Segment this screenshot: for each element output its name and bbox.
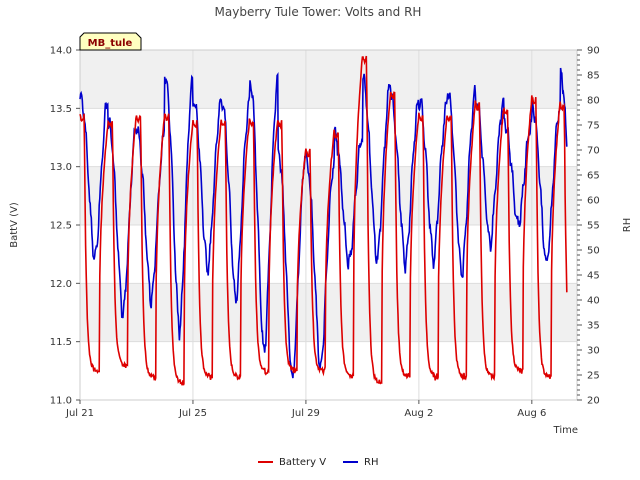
y-axis-left: 11.0 11.5 12.0 12.5 13.0 13.5 14.0 xyxy=(50,46,80,407)
y-right-tick-label: 30 xyxy=(587,346,600,357)
background-band xyxy=(80,283,577,342)
x-tick-label: Aug 2 xyxy=(404,408,433,419)
y-right-tick-label: 90 xyxy=(587,46,600,57)
y-left-tick-label: 13.0 xyxy=(50,162,72,173)
y-right-tick-label: 45 xyxy=(587,271,600,282)
y-right-tick-label: 25 xyxy=(587,371,600,382)
site-label-text: MB_tule xyxy=(88,38,133,49)
y-right-tick-label: 80 xyxy=(587,96,600,107)
y-right-tick-label: 55 xyxy=(587,221,600,232)
y-axis-right-title: RH xyxy=(622,218,633,232)
y-right-tick-label: 35 xyxy=(587,321,600,332)
x-axis: Jul 21 Jul 25 Jul 29 Aug 2 Aug 6 xyxy=(65,400,546,419)
x-tick-label: Jul 21 xyxy=(65,408,94,419)
chart-title: Mayberry Tule Tower: Volts and RH xyxy=(215,5,422,19)
x-tick-label: Jul 25 xyxy=(178,408,207,419)
y-left-tick-label: 13.5 xyxy=(50,104,72,115)
y-right-tick-label: 40 xyxy=(587,296,600,307)
y-right-tick-label: 70 xyxy=(587,146,600,157)
y-axis-left-title: BattV (V) xyxy=(9,202,20,248)
legend-label-battery: Battery V xyxy=(279,457,326,468)
legend-label-rh: RH xyxy=(364,457,378,468)
y-right-tick-label: 75 xyxy=(587,121,600,132)
y-right-tick-label: 50 xyxy=(587,246,600,257)
x-tick-label: Aug 6 xyxy=(517,408,546,419)
x-tick-label: Jul 29 xyxy=(291,408,320,419)
y-right-tick-label: 20 xyxy=(587,396,600,407)
y-right-tick-label: 65 xyxy=(587,171,600,182)
y-right-tick-label: 60 xyxy=(587,196,600,207)
y-right-tick-label: 85 xyxy=(587,71,600,82)
y-axis-right: 20 25 30 35 40 45 50 55 60 65 70 75 80 85 90 xyxy=(577,46,600,407)
legend: Battery V RH xyxy=(258,457,378,468)
x-axis-title: Time xyxy=(553,425,578,436)
y-left-tick-label: 11.5 xyxy=(50,337,72,348)
y-left-tick-label: 12.0 xyxy=(50,279,72,290)
y-left-tick-label: 11.0 xyxy=(50,396,72,407)
site-label-box: MB_tule xyxy=(79,32,142,51)
y-left-tick-label: 12.5 xyxy=(50,221,72,232)
chart: Mayberry Tule Tower: Volts and RH 11.011… xyxy=(9,5,633,468)
y-left-tick-label: 14.0 xyxy=(50,46,72,57)
